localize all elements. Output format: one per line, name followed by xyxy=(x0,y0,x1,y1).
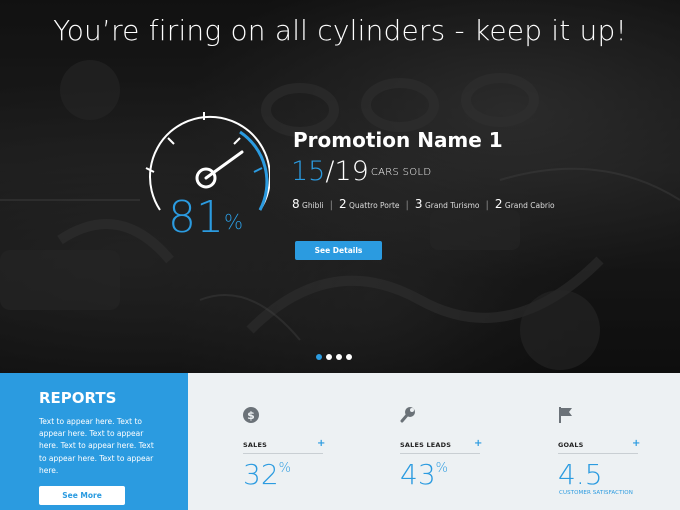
expand-plus-button[interactable]: + xyxy=(474,438,482,449)
stat-label: SALES LEADS xyxy=(400,441,452,449)
model-item: 8 Ghibli xyxy=(292,197,324,211)
gauge-percent-sign: % xyxy=(224,210,244,234)
stat-sales: $ SALES + 32% xyxy=(243,373,363,510)
stat-label: GOALS xyxy=(558,441,584,449)
gauge-percent: 81% xyxy=(168,192,244,243)
stat-caption: CUSTOMER SATISFACTION xyxy=(559,490,633,496)
sold-current: 15 xyxy=(291,156,326,187)
svg-text:$: $ xyxy=(247,409,255,422)
see-details-button[interactable]: See Details xyxy=(295,241,382,260)
model-item: 2 Quattro Porte xyxy=(338,197,400,211)
model-separator: | xyxy=(405,200,409,211)
reports-description: Text to appear here. Text to appear here… xyxy=(39,417,154,475)
reports-panel: REPORTS Text to appear here. Text to app… xyxy=(0,373,188,510)
divider xyxy=(400,453,480,454)
stats-panel: $ SALES + 32% SALES LEADS + 43% GOALS + … xyxy=(188,373,680,510)
model-separator: | xyxy=(329,200,333,211)
stat-value: 43% xyxy=(400,458,448,491)
hero-banner: You’re firing on all cylinders - keep it… xyxy=(0,0,680,373)
dollar-icon: $ xyxy=(243,407,259,423)
sold-total: 19 xyxy=(334,156,369,187)
hero-headline: You’re firing on all cylinders - keep it… xyxy=(53,14,627,47)
promotion-title: Promotion Name 1 xyxy=(293,128,503,152)
gauge-needle xyxy=(204,150,244,180)
stat-unit: % xyxy=(278,461,291,476)
gauge-arc-progress xyxy=(239,130,269,211)
model-item: 2 Grand Cabrio xyxy=(494,197,555,211)
model-item: 3 Grand Turismo xyxy=(414,197,480,211)
stat-label: SALES xyxy=(243,441,267,449)
flag-icon xyxy=(559,407,572,423)
model-breakdown: 8 Ghibli | 2 Quattro Porte | 3 Grand Turismo… xyxy=(292,197,555,211)
expand-plus-button[interactable]: + xyxy=(632,438,640,449)
stat-unit: % xyxy=(435,461,448,476)
carousel-dot-1[interactable] xyxy=(316,354,322,360)
see-more-button[interactable]: See More xyxy=(39,486,125,505)
stat-sales-leads: SALES LEADS + 43% xyxy=(400,373,520,510)
divider xyxy=(558,453,638,454)
model-separator: | xyxy=(485,200,489,211)
wrench-icon xyxy=(400,407,415,423)
expand-plus-button[interactable]: + xyxy=(317,438,325,449)
stat-value: 4.5 xyxy=(558,458,603,491)
carousel-dot-2[interactable] xyxy=(326,354,332,360)
stat-goals: GOALS + 4.5 CUSTOMER SATISFACTION xyxy=(558,373,678,510)
cars-sold: 15/19 CARS SOLD xyxy=(291,156,431,187)
sold-label: CARS SOLD xyxy=(370,167,432,178)
carousel-dot-3[interactable] xyxy=(336,354,342,360)
reports-title: REPORTS xyxy=(39,389,117,407)
carousel-dot-4[interactable] xyxy=(346,354,352,360)
stat-value: 32% xyxy=(243,458,291,491)
carousel-pagination xyxy=(316,354,366,362)
divider xyxy=(243,453,323,454)
